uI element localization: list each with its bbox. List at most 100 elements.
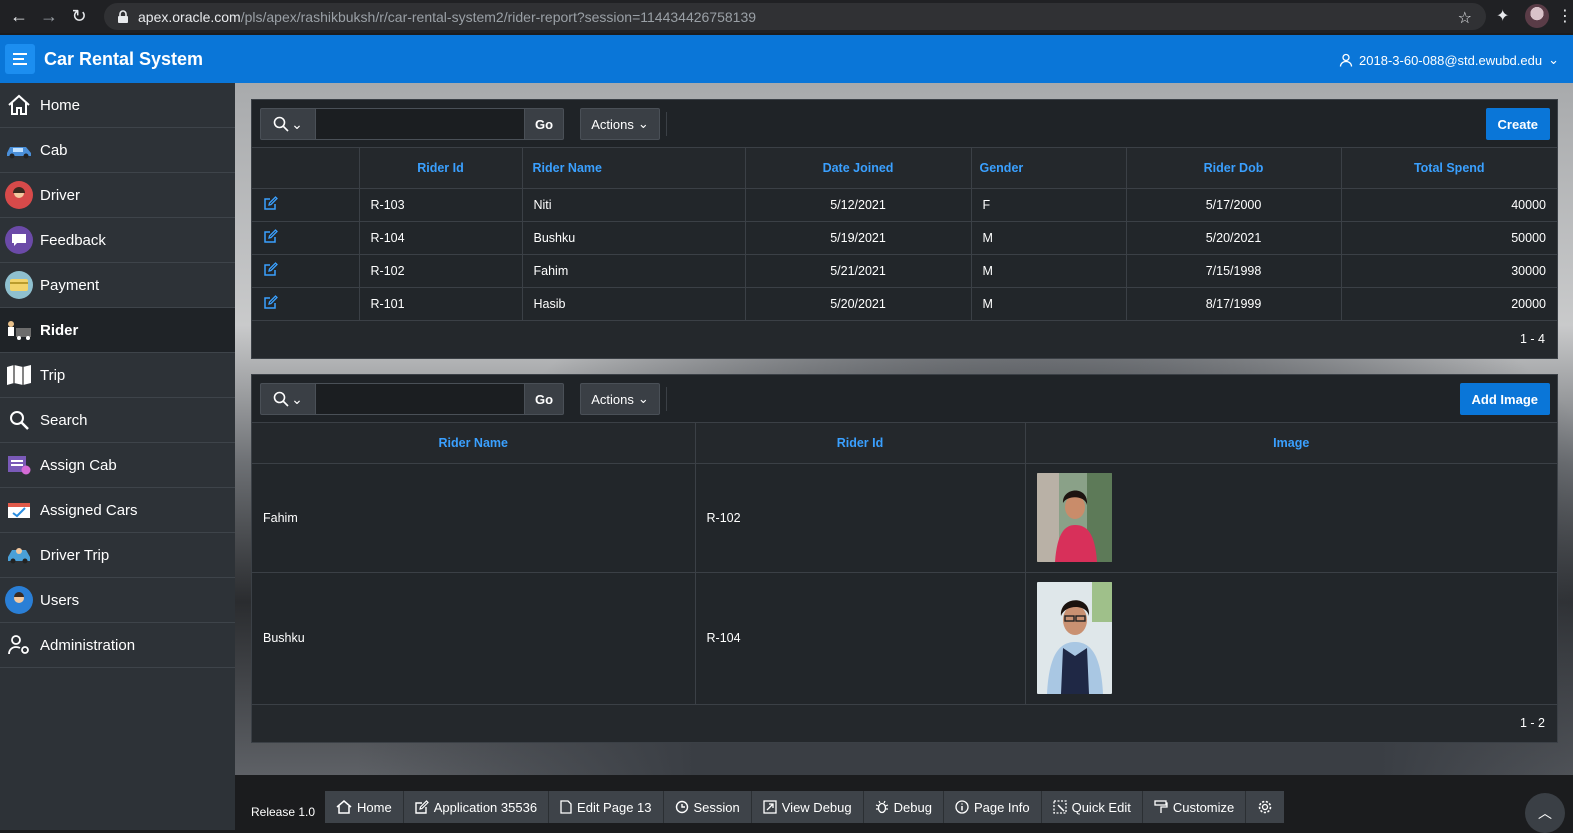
column-header-rider-name[interactable]: Rider Name <box>252 423 696 464</box>
rider-photo-image <box>1036 473 1112 562</box>
search-input[interactable] <box>316 383 524 415</box>
sidebar-item-search[interactable]: Search <box>0 398 235 443</box>
dev-page-info-button[interactable]: Page Info <box>944 791 1042 823</box>
sidebar-item-label: Search <box>40 411 88 429</box>
sidebar-item-driver[interactable]: Driver <box>0 173 235 218</box>
extensions-icon[interactable]: ✦ <box>1496 6 1509 26</box>
go-button[interactable]: Go <box>524 108 564 140</box>
go-button[interactable]: Go <box>524 383 564 415</box>
sidebar-item-label: Payment <box>40 276 100 294</box>
paint-roller-icon <box>1154 800 1168 813</box>
search-column-dropdown[interactable]: ⌄ <box>260 108 316 140</box>
sidebar-item-payment[interactable]: Payment <box>0 263 235 308</box>
sidebar-item-assign-cab[interactable]: Assign Cab <box>0 443 235 488</box>
edit-icon[interactable] <box>263 261 278 277</box>
sidebar-item-rider[interactable]: Rider <box>0 308 235 353</box>
column-header-rider-id[interactable]: Rider Id <box>359 148 523 189</box>
dev-customize-button[interactable]: Customize <box>1143 791 1247 823</box>
dev-session-button[interactable]: Session <box>664 791 752 823</box>
menu-toggle-button[interactable] <box>5 44 35 74</box>
address-bar[interactable]: apex.oracle.com/pls/apex/rashikbuksh/r/c… <box>104 3 1486 30</box>
actions-menu-button[interactable]: Actions ⌄ <box>580 108 660 140</box>
dev-debug-label: Debug <box>893 799 932 815</box>
dev-edit-page-button[interactable]: Edit Page 13 <box>549 791 664 823</box>
dev-view-debug-button[interactable]: View Debug <box>752 791 864 823</box>
developer-toolbar: Release 1.0 Home Application 35536 Edit … <box>235 775 1573 833</box>
dev-home-button[interactable]: Home <box>325 791 404 823</box>
edit-icon[interactable] <box>263 294 278 310</box>
sidebar-item-administration[interactable]: Administration <box>0 623 235 668</box>
browser-menu-icon[interactable]: ⋮ <box>1557 6 1573 26</box>
dev-debug-button[interactable]: Debug <box>864 791 944 823</box>
sidebar-item-assigned-cars[interactable]: Assigned Cars <box>0 488 235 533</box>
edit-icon[interactable] <box>263 195 278 211</box>
sidebar-item-home[interactable]: Home <box>0 83 235 128</box>
search-icon <box>5 406 33 434</box>
scroll-to-top-button[interactable]: ︿ <box>1525 793 1565 833</box>
reload-icon[interactable]: ↻ <box>68 6 90 28</box>
cell-rider-id: R-102 <box>695 463 1026 573</box>
sidebar-item-label: Driver Trip <box>40 546 110 564</box>
sidebar-item-label: Trip <box>40 366 66 384</box>
edit-icon[interactable] <box>263 228 278 244</box>
cell-rider-id: R-103 <box>359 188 523 222</box>
cell-rider-name: Fahim <box>252 463 696 573</box>
search-column-dropdown[interactable]: ⌄ <box>260 383 316 415</box>
dev-edit-page-label: Edit Page 13 <box>577 799 652 815</box>
view-debug-icon <box>763 800 777 814</box>
cell-rider-name: Bushku <box>252 572 696 705</box>
column-header-edit <box>252 148 360 189</box>
actions-label: Actions <box>591 116 634 132</box>
table-row: Bushku R-104 <box>252 572 1557 705</box>
back-icon[interactable]: ← <box>8 6 30 28</box>
cell-date-joined: 5/20/2021 <box>745 287 972 321</box>
search-group: ⌄ Go <box>260 108 564 140</box>
dev-settings-button[interactable] <box>1246 791 1284 823</box>
app-title[interactable]: Car Rental System <box>44 49 203 70</box>
toolbar-divider <box>666 387 667 411</box>
gear-icon <box>1258 800 1272 814</box>
dev-quick-edit-button[interactable]: Quick Edit <box>1042 791 1143 823</box>
rider-photo-image <box>1036 582 1112 694</box>
column-header-date-joined[interactable]: Date Joined <box>745 148 972 189</box>
table-header-row: Rider Name Rider Id Image <box>252 423 1557 464</box>
dev-application-button[interactable]: Application 35536 <box>404 791 550 823</box>
payment-icon <box>5 271 33 299</box>
column-header-gender[interactable]: Gender <box>971 148 1127 189</box>
user-menu[interactable]: 2018-3-60-088@std.ewubd.edu ⌄ <box>1339 52 1559 68</box>
column-header-rider-id[interactable]: Rider Id <box>695 423 1026 464</box>
user-email: 2018-3-60-088@std.ewubd.edu <box>1359 52 1543 68</box>
cell-rider-name: Niti <box>522 188 746 222</box>
forward-icon[interactable]: → <box>38 6 60 28</box>
sidebar-item-users[interactable]: Users <box>0 578 235 623</box>
column-header-total-spend[interactable]: Total Spend <box>1341 148 1557 189</box>
search-input[interactable] <box>316 108 524 140</box>
actions-label: Actions <box>591 391 634 407</box>
sidebar-item-driver-trip[interactable]: Driver Trip <box>0 533 235 578</box>
table-row: R-104 Bushku 5/19/2021 M 5/20/2021 50000 <box>252 221 1557 255</box>
create-button[interactable]: Create <box>1485 108 1550 140</box>
home-icon <box>336 800 352 814</box>
column-header-rider-name[interactable]: Rider Name <box>522 148 746 189</box>
column-header-rider-dob[interactable]: Rider Dob <box>1126 148 1342 189</box>
chevron-down-icon: ⌄ <box>637 391 649 406</box>
add-image-button[interactable]: Add Image <box>1459 383 1550 415</box>
info-icon <box>955 800 969 814</box>
sidebar-item-label: Cab <box>40 141 68 159</box>
sidebar-item-cab[interactable]: Cab <box>0 128 235 173</box>
bug-icon <box>875 800 888 814</box>
actions-menu-button[interactable]: Actions ⌄ <box>580 383 660 415</box>
bookmark-star-icon[interactable]: ☆ <box>1458 8 1472 28</box>
chevron-down-icon: ⌄ <box>637 116 649 131</box>
profile-avatar[interactable] <box>1525 4 1549 28</box>
column-header-image[interactable]: Image <box>1025 423 1557 464</box>
sidebar-item-label: Users <box>40 591 80 609</box>
cell-rider-id: R-102 <box>359 254 523 288</box>
dev-quick-edit-label: Quick Edit <box>1071 799 1131 815</box>
sidebar-item-label: Driver <box>40 186 80 204</box>
sidebar-item-trip[interactable]: Trip <box>0 353 235 398</box>
cell-rider-dob: 7/15/1998 <box>1126 254 1342 288</box>
cell-total-spend: 50000 <box>1341 221 1557 255</box>
dev-view-debug-label: View Debug <box>781 799 852 815</box>
sidebar-item-feedback[interactable]: Feedback <box>0 218 235 263</box>
